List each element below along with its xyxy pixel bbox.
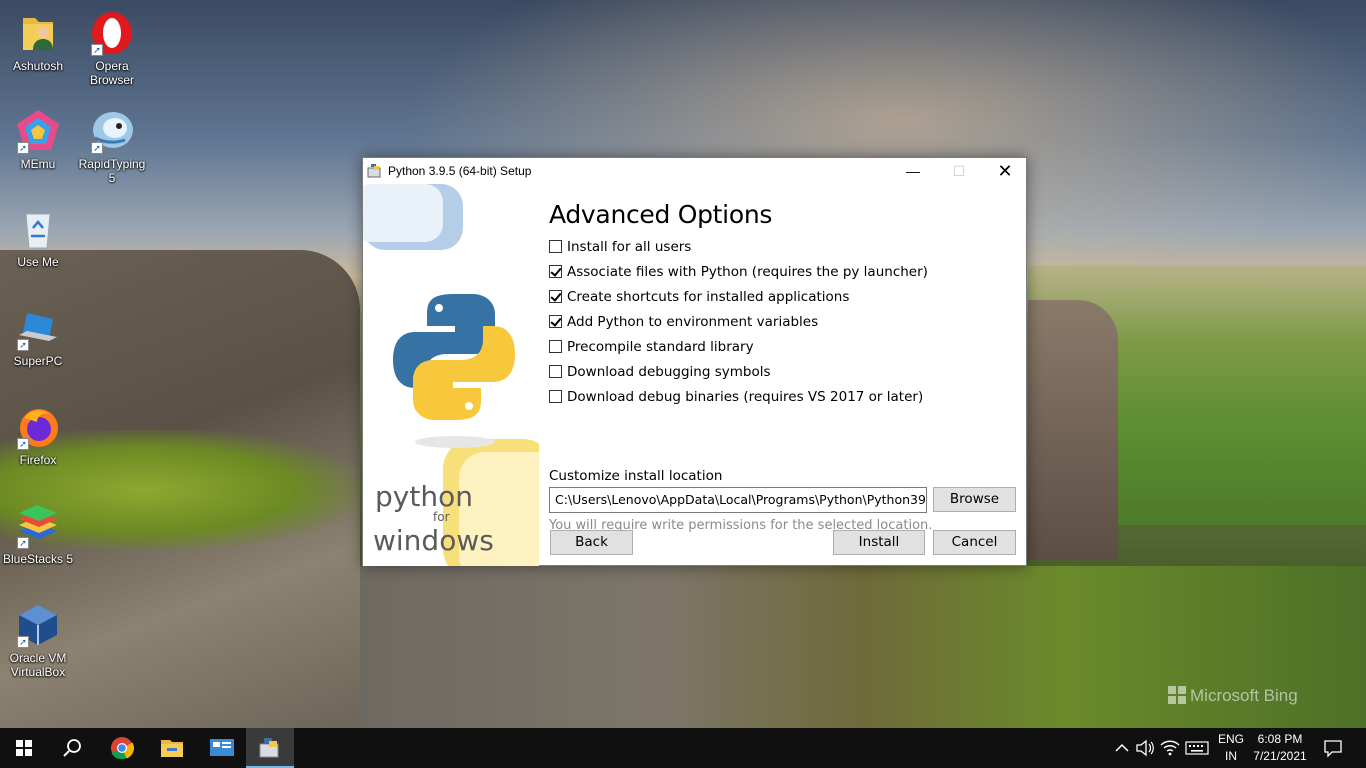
volume-icon[interactable] xyxy=(1134,728,1156,768)
option-associate-files[interactable]: Associate files with Python (requires th… xyxy=(549,264,928,280)
desktop-icon-ashutosh[interactable]: Ashutosh xyxy=(0,10,76,73)
watermark-text: Microsoft Bing xyxy=(1190,686,1298,705)
setup-content: Advanced Options Install for all users A… xyxy=(539,184,1026,566)
desktop-icon-recycle-bin[interactable]: Use Me xyxy=(0,206,76,269)
desktop-icon-firefox[interactable]: ➚ Firefox xyxy=(0,404,76,467)
option-label: Associate files with Python (requires th… xyxy=(567,264,928,280)
region-code: IN xyxy=(1225,749,1237,763)
python-sidebar-banner: python for windows xyxy=(363,184,539,566)
virtualbox-icon: ➚ xyxy=(15,602,61,648)
option-label: Add Python to environment variables xyxy=(567,314,819,330)
clock-date: 7/21/2021 xyxy=(1253,749,1307,763)
desktop-icon-label: MEmu xyxy=(20,157,56,171)
desktop-icon-memu[interactable]: ➚ MEmu xyxy=(0,108,76,171)
taskbar-file-explorer[interactable] xyxy=(148,728,196,768)
brand-windows-text: windows xyxy=(373,524,494,557)
rapidtyping-icon: ➚ xyxy=(89,108,135,154)
install-button[interactable]: Install xyxy=(833,530,925,555)
desktop-icon-opera[interactable]: ➚ Opera Browser xyxy=(74,10,150,87)
taskbar-python-setup[interactable] xyxy=(246,728,294,768)
install-location-value: C:\Users\Lenovo\AppData\Local\Programs\P… xyxy=(555,492,926,507)
window-title: Python 3.9.5 (64-bit) Setup xyxy=(388,164,532,178)
brand-python-text: python xyxy=(375,480,473,513)
windows-logo-icon xyxy=(1168,686,1186,704)
shortcut-arrow-icon: ➚ xyxy=(91,44,103,56)
option-debug-symbols[interactable]: Download debugging symbols xyxy=(549,364,771,380)
desktop-icon-rapidtyping[interactable]: ➚ RapidTyping 5 xyxy=(74,108,150,185)
user-folder-icon xyxy=(15,10,61,56)
desktop-icon-label: BlueStacks 5 xyxy=(2,552,74,566)
page-title: Advanced Options xyxy=(549,200,773,229)
wifi-icon[interactable] xyxy=(1158,728,1182,768)
checkbox-checked[interactable] xyxy=(549,315,562,328)
checkbox[interactable] xyxy=(549,365,562,378)
desktop-icon-label: Ashutosh xyxy=(12,59,64,73)
python-installer-icon xyxy=(367,162,383,178)
wallpaper-cliff xyxy=(1028,300,1118,560)
taskbar-chrome[interactable] xyxy=(98,728,146,768)
window-titlebar[interactable]: Python 3.9.5 (64-bit) Setup — ☐ ✕ xyxy=(363,158,1026,184)
clock[interactable]: 6:08 PM 7/21/2021 xyxy=(1250,731,1310,765)
shortcut-arrow-icon: ➚ xyxy=(17,142,29,154)
option-create-shortcuts[interactable]: Create shortcuts for installed applicati… xyxy=(549,289,849,305)
notifications-button[interactable] xyxy=(1318,728,1348,768)
shortcut-arrow-icon: ➚ xyxy=(17,438,29,450)
checkbox-checked[interactable] xyxy=(549,265,562,278)
python-setup-window: Python 3.9.5 (64-bit) Setup — ☐ ✕ python… xyxy=(362,157,1027,566)
search-button[interactable] xyxy=(48,728,96,768)
desktop-icon-bluestacks[interactable]: ➚ BlueStacks 5 xyxy=(0,503,76,566)
brand-for-text: for xyxy=(433,510,450,524)
desktop-icon-label: RapidTyping 5 xyxy=(78,157,146,185)
option-label: Create shortcuts for installed applicati… xyxy=(567,289,850,305)
option-precompile-stdlib[interactable]: Precompile standard library xyxy=(549,339,754,355)
taskbar: ENG IN 6:08 PM 7/21/2021 xyxy=(0,728,1366,768)
option-install-all-users[interactable]: Install for all users xyxy=(549,239,691,255)
option-debug-binaries[interactable]: Download debug binaries (requires VS 201… xyxy=(549,389,923,405)
shortcut-arrow-icon: ➚ xyxy=(17,339,29,351)
language-code: ENG xyxy=(1217,732,1244,746)
option-label: Download debugging symbols xyxy=(567,364,771,380)
desktop-icon-label: SuperPC xyxy=(13,354,63,368)
laptop-icon: ➚ xyxy=(15,305,61,351)
shortcut-arrow-icon: ➚ xyxy=(17,636,29,648)
desktop-icon-label: Oracle VM VirtualBox xyxy=(9,651,67,679)
memu-icon: ➚ xyxy=(15,108,61,154)
maximize-button: ☐ xyxy=(952,163,966,179)
checkbox-checked[interactable] xyxy=(549,290,562,303)
close-button[interactable]: ✕ xyxy=(982,158,1028,184)
install-location-input[interactable]: C:\Users\Lenovo\AppData\Local\Programs\P… xyxy=(549,487,927,513)
desktop-icon-label: Use Me xyxy=(17,255,59,269)
checkbox[interactable] xyxy=(549,240,562,253)
minimize-button[interactable]: — xyxy=(890,158,936,184)
recycle-bin-icon xyxy=(15,206,61,252)
keyboard-icon[interactable] xyxy=(1184,728,1210,768)
option-label: Install for all users xyxy=(567,239,692,255)
desktop-icon-virtualbox[interactable]: ➚ Oracle VM VirtualBox xyxy=(0,602,76,679)
cancel-button[interactable]: Cancel xyxy=(933,530,1016,555)
checkbox[interactable] xyxy=(549,390,562,403)
show-hidden-icons[interactable] xyxy=(1110,728,1134,768)
input-language[interactable]: ENG IN xyxy=(1214,731,1248,765)
desktop-icon-label: Firefox xyxy=(19,453,57,467)
clock-time: 6:08 PM xyxy=(1257,732,1303,746)
checkbox[interactable] xyxy=(549,340,562,353)
firefox-icon: ➚ xyxy=(15,404,61,450)
bluestacks-icon: ➚ xyxy=(15,503,61,549)
back-button[interactable]: Back xyxy=(550,530,633,555)
option-add-to-path[interactable]: Add Python to environment variables xyxy=(549,314,818,330)
browse-button[interactable]: Browse xyxy=(933,487,1016,512)
bing-watermark: Microsoft Bing xyxy=(1168,686,1298,706)
install-location-label: Customize install location xyxy=(549,468,723,484)
shortcut-arrow-icon: ➚ xyxy=(91,142,103,154)
option-label: Download debug binaries (requires VS 201… xyxy=(567,389,924,405)
desktop-icon-superpc[interactable]: ➚ SuperPC xyxy=(0,305,76,368)
shortcut-arrow-icon: ➚ xyxy=(17,537,29,549)
opera-icon: ➚ xyxy=(89,10,135,56)
option-label: Precompile standard library xyxy=(567,339,754,355)
desktop-icon-label: Opera Browser xyxy=(89,59,134,87)
start-button[interactable] xyxy=(0,728,48,768)
taskbar-control-panel[interactable] xyxy=(198,728,246,768)
